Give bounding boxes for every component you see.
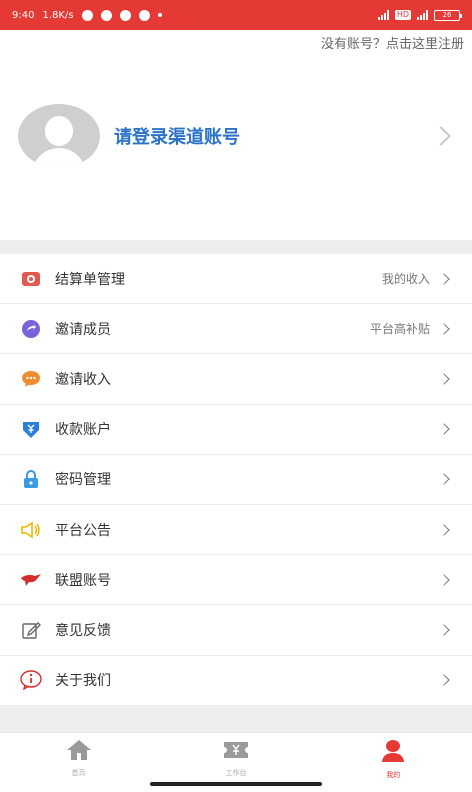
menu-label: 平台公告 [55, 522, 111, 539]
more-notifications-icon [157, 13, 162, 17]
status-speed: 1.8K/s [42, 9, 74, 21]
home-icon [66, 739, 92, 765]
alarm-icon [81, 9, 93, 21]
battery-level: 26 [442, 10, 452, 19]
menu-label: 密码管理 [55, 472, 111, 489]
menu-item-feedback[interactable]: 意见反馈 [0, 605, 472, 656]
ticket-icon [223, 739, 249, 765]
menu-label: 意见反馈 [55, 622, 111, 639]
menu-item-invite-income[interactable]: 邀请收入 [0, 354, 472, 405]
bird-icon [20, 569, 42, 591]
chevron-right-icon [438, 373, 450, 385]
chevron-right-icon [438, 574, 450, 586]
login-prompt[interactable]: 请登录渠道账号 [114, 123, 240, 149]
speaker-icon [20, 519, 42, 541]
chevron-right-icon [438, 272, 450, 285]
profile-header[interactable]: 请登录渠道账号 [0, 86, 472, 186]
chat-bubble-icon [20, 368, 42, 390]
hd-badge: HD [394, 10, 411, 20]
status-time: 9:40 [12, 9, 35, 21]
edit-icon [20, 619, 42, 641]
wallet-icon [20, 418, 42, 440]
chevron-right-icon [438, 473, 450, 486]
chevron-right-icon [438, 323, 450, 335]
gesture-home-bar[interactable] [150, 782, 322, 786]
settings-menu: 结算单管理 我的收入 邀请成员 平台高补贴 邀请收入 收款账户 密码管理 平台公… [0, 254, 472, 706]
chevron-right-icon [438, 523, 450, 536]
section-divider [0, 240, 472, 254]
menu-item-payment-account[interactable]: 收款账户 [0, 405, 472, 455]
menu-item-about[interactable]: 关于我们 [0, 656, 472, 706]
tab-home[interactable]: 首页 [0, 733, 157, 792]
signal-icon [417, 10, 428, 20]
avatar[interactable] [18, 104, 100, 168]
menu-label: 邀请收入 [55, 371, 111, 388]
user-icon [380, 739, 406, 767]
menu-item-invite-members[interactable]: 邀请成员 平台高补贴 [0, 304, 472, 355]
menu-label: 关于我们 [55, 673, 111, 690]
register-link[interactable]: 没有账号？点击这里注册 [321, 33, 464, 52]
lock-icon [20, 468, 42, 490]
status-bar: 9:40 1.8K/s HD 26 [0, 0, 472, 30]
info-icon [20, 669, 42, 691]
menu-item-settlement[interactable]: 结算单管理 我的收入 [0, 254, 472, 305]
menu-item-alliance-account[interactable]: 联盟账号 [0, 555, 472, 606]
tab-label: 工作台 [225, 769, 247, 777]
tab-label: 首页 [71, 769, 86, 777]
menu-label: 联盟账号 [55, 572, 111, 589]
tab-mine[interactable]: 我的 [315, 733, 472, 792]
battery-icon: 26 [434, 9, 462, 21]
tab-label: 我的 [386, 771, 401, 779]
chevron-right-icon [438, 423, 450, 435]
chevron-right-icon [438, 624, 450, 636]
menu-item-announcements[interactable]: 平台公告 [0, 505, 472, 556]
bottom-spacer [0, 706, 472, 732]
signal-icon [377, 10, 389, 20]
receipt-icon [20, 268, 42, 290]
menu-label: 邀请成员 [55, 321, 111, 338]
app-notification-icon [138, 9, 150, 21]
menu-label: 收款账户 [55, 422, 111, 439]
chevron-right-icon [438, 674, 450, 686]
menu-value: 我的收入 [381, 272, 430, 287]
app-notification-icon [100, 9, 112, 21]
share-icon [20, 318, 42, 340]
menu-value: 平台高补贴 [369, 322, 430, 337]
menu-label: 结算单管理 [55, 271, 125, 288]
menu-item-password[interactable]: 密码管理 [0, 455, 472, 505]
chevron-right-icon [431, 126, 451, 146]
app-notification-icon [119, 9, 131, 21]
